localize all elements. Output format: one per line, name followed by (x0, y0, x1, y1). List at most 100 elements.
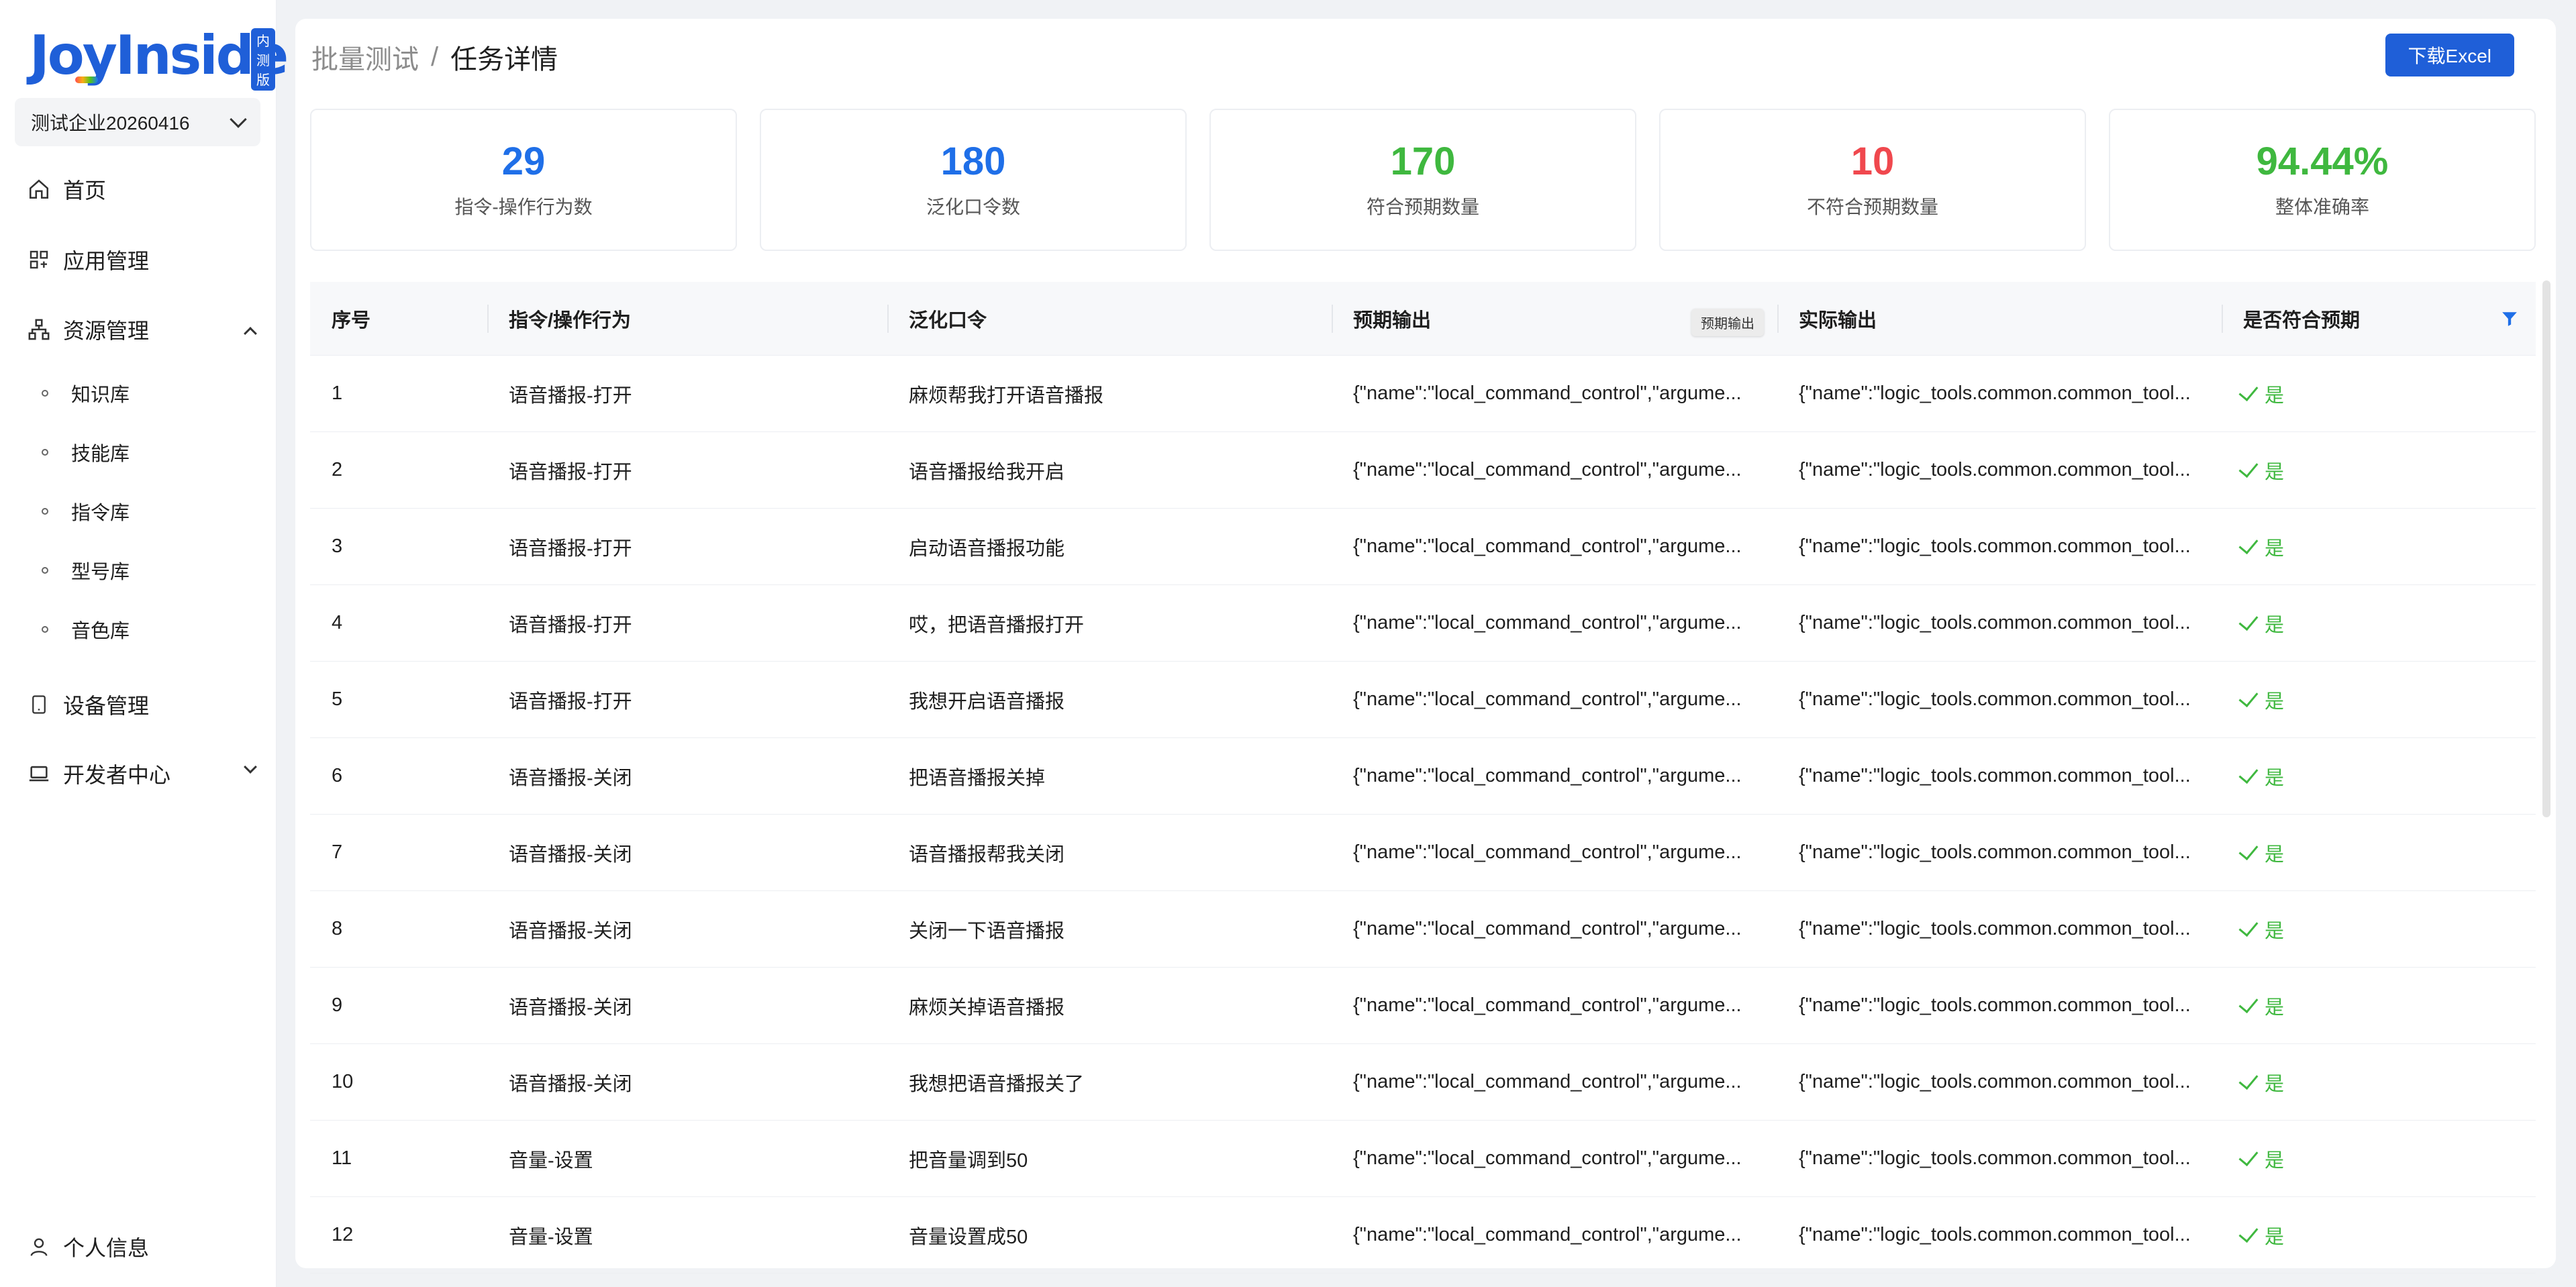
match-label: 是 (2265, 1226, 2285, 1248)
cell-action: 语音播报-关闭 (509, 996, 632, 1019)
sub-item-label: 知识库 (71, 384, 130, 406)
sub-item-command-base[interactable]: 指令库 (42, 491, 130, 531)
sub-item-skill-base[interactable]: 技能库 (42, 432, 130, 472)
match-label: 是 (2265, 537, 2285, 560)
cell-action: 语音播报-关闭 (509, 920, 632, 942)
match-label: 是 (2265, 843, 2285, 866)
stat-label: 指令-操作行为数 (454, 196, 593, 217)
column-header-index: 序号 (332, 309, 371, 331)
nav-item-resource-management[interactable]: 资源管理 (27, 306, 257, 353)
cell-expected-output: {"name":"local_command_control","argume.… (1353, 765, 1742, 786)
check-icon (2238, 457, 2259, 478)
stat-label: 整体准确率 (2275, 196, 2369, 217)
stat-card-phrase-count: 180 泛化口令数 (760, 109, 1187, 251)
nav-item-home[interactable]: 首页 (27, 166, 255, 213)
enterprise-select[interactable]: 测试企业20260416 (15, 98, 260, 146)
sub-item-knowledge-base[interactable]: 知识库 (42, 373, 130, 413)
laptop-icon (27, 762, 51, 786)
breadcrumb-separator: / (431, 42, 439, 72)
cell-actual-output: {"name":"logic_tools.common.common_tool.… (1799, 535, 2191, 557)
table-row: 7 语音播报-关闭 语音播报帮我关闭 {"name":"local_command_c… (310, 815, 2536, 891)
breadcrumb-parent-link[interactable]: 批量测试 (311, 38, 419, 76)
app-grid-icon (27, 248, 51, 272)
cell-phrase: 我想把语音播报关了 (909, 1073, 1085, 1095)
enterprise-select-value: 测试企业20260416 (31, 113, 190, 134)
cell-index: 2 (332, 459, 343, 480)
cell-actual-output: {"name":"logic_tools.common.common_tool.… (1799, 382, 2191, 404)
cell-phrase: 把音量调到50 (909, 1149, 1028, 1172)
stat-card-accuracy: 94.44% 整体准确率 (2109, 109, 2536, 251)
cell-index: 7 (332, 841, 343, 863)
results-table: 序号 指令/操作行为 泛化口令 预期输出 实际输出 是否符合预期 预期输出 1 语… (310, 282, 2536, 1274)
scrollbar[interactable] (2542, 280, 2550, 817)
table-row: 4 语音播报-打开 哎，把语音播报打开 {"name":"local_command_… (310, 585, 2536, 662)
nav-item-developer-center[interactable]: 开发者中心 (27, 750, 257, 797)
check-icon (2238, 1222, 2259, 1243)
user-icon (27, 1235, 51, 1259)
cell-action: 语音播报-打开 (509, 384, 632, 407)
stat-label: 符合预期数量 (1366, 196, 1479, 217)
table-row: 6 语音播报-关闭 把语音播报关掉 {"name":"local_command_co… (310, 738, 2536, 815)
cell-expected-output: {"name":"local_command_control","argume.… (1353, 688, 1742, 710)
check-icon (2238, 763, 2259, 784)
breadcrumb: 批量测试 / 任务详情 (311, 38, 558, 76)
bullet-icon (42, 390, 48, 397)
match-label: 是 (2265, 384, 2285, 407)
cell-match: 是 (2222, 839, 2536, 867)
cell-actual-output: {"name":"logic_tools.common.common_tool.… (1799, 841, 2191, 863)
table-row: 5 语音播报-打开 我想开启语音播报 {"name":"local_command_c… (310, 662, 2536, 738)
cell-match: 是 (2222, 609, 2536, 637)
table-row: 2 语音播报-打开 语音播报给我开启 {"name":"local_command_c… (310, 432, 2536, 509)
cell-phrase: 语音播报给我开启 (909, 461, 1065, 483)
cell-expected-output: {"name":"local_command_control","argume.… (1353, 841, 1742, 863)
table-row: 10 语音播报-关闭 我想把语音播报关了 {"name":"local_command… (310, 1044, 2536, 1121)
nav-item-app-management[interactable]: 应用管理 (27, 236, 255, 283)
cell-action: 语音播报-关闭 (509, 843, 632, 866)
column-header-match: 是否符合预期 (2222, 282, 2536, 355)
sub-item-voice-base[interactable]: 音色库 (42, 609, 130, 650)
table-row: 11 音量-设置 把音量调到50 {"name":"local_command_con… (310, 1121, 2536, 1197)
check-icon (2238, 992, 2259, 1013)
cell-actual-output: {"name":"logic_tools.common.common_tool.… (1799, 918, 2191, 939)
stat-value: 170 (1390, 140, 1456, 184)
cell-phrase: 麻烦关掉语音播报 (909, 996, 1065, 1019)
chevron-down-icon (244, 760, 257, 774)
nav-item-profile[interactable]: 个人信息 (27, 1223, 255, 1270)
table-body: 1 语音播报-打开 麻烦帮我打开语音播报 {"name":"local_command… (310, 356, 2536, 1274)
cell-actual-output: {"name":"logic_tools.common.common_tool.… (1799, 765, 2191, 786)
cell-index: 8 (332, 918, 343, 939)
cell-match: 是 (2222, 456, 2536, 484)
download-excel-button[interactable]: 下载Excel (2385, 34, 2514, 76)
cell-expected-output: {"name":"local_command_control","argume.… (1353, 459, 1742, 480)
logo-text: JoyInside (30, 24, 289, 87)
sidebar: JoyInside 内测版 测试企业20260416 首页 应用管理 资源管理 … (0, 0, 289, 1287)
nav-label: 资源管理 (63, 319, 150, 343)
cell-expected-output: {"name":"local_command_control","argume.… (1353, 1224, 1742, 1245)
cell-action: 语音播报-打开 (509, 690, 632, 713)
nav-item-device-management[interactable]: 设备管理 (27, 681, 255, 728)
cell-actual-output: {"name":"logic_tools.common.common_tool.… (1799, 994, 2191, 1016)
table-row: 8 语音播报-关闭 关闭一下语音播报 {"name":"local_command_c… (310, 891, 2536, 968)
cell-match: 是 (2222, 992, 2536, 1020)
cell-index: 1 (332, 382, 343, 404)
cell-actual-output: {"name":"logic_tools.common.common_tool.… (1799, 688, 2191, 710)
sub-item-model-base[interactable]: 型号库 (42, 550, 130, 590)
cell-expected-output: {"name":"local_command_control","argume.… (1353, 918, 1742, 939)
sub-item-label: 技能库 (71, 444, 130, 465)
tablet-icon (27, 692, 51, 717)
cell-action: 语音播报-打开 (509, 614, 632, 636)
table-header: 序号 指令/操作行为 泛化口令 预期输出 实际输出 是否符合预期 预期输出 (310, 282, 2536, 356)
match-label: 是 (2265, 614, 2285, 636)
cell-match: 是 (2222, 1145, 2536, 1173)
column-header-actual: 实际输出 (1777, 282, 2222, 355)
cell-action: 音量-设置 (509, 1149, 593, 1172)
cell-index: 10 (332, 1071, 354, 1092)
table-row: 9 语音播报-关闭 麻烦关掉语音播报 {"name":"local_command_c… (310, 968, 2536, 1044)
cell-index: 9 (332, 994, 343, 1016)
bullet-icon (42, 626, 48, 633)
column-header-action: 指令/操作行为 (487, 282, 887, 355)
chevron-up-icon (244, 323, 257, 340)
cell-phrase: 启动语音播报功能 (909, 537, 1065, 560)
filter-icon[interactable] (2501, 310, 2518, 331)
cell-action: 语音播报-关闭 (509, 767, 632, 789)
